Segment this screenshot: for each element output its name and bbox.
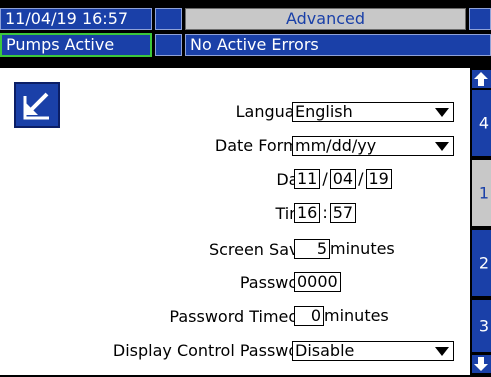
pump-status-text: Pumps Active: [6, 35, 115, 54]
display-control-dropdown[interactable]: Disable: [292, 341, 454, 361]
date-format-value: mm/dd/yy: [295, 136, 377, 155]
arrow-down-icon: [474, 357, 488, 371]
password-timeout-field: 0 minutes: [294, 306, 389, 326]
screen-saver-field: 5 minutes: [294, 239, 395, 259]
time-fields: 16:57: [294, 203, 357, 223]
chevron-down-icon: [435, 108, 449, 117]
tab-3-label: 3: [478, 316, 490, 336]
tab-1[interactable]: 1: [472, 160, 491, 226]
datetime-text: 11/04/19 16:57: [5, 9, 129, 28]
screen-title-text: Advanced: [285, 9, 366, 28]
language-value: English: [295, 102, 353, 121]
language-dropdown[interactable]: English: [292, 102, 454, 122]
tab-4-label: 4: [478, 113, 490, 133]
date-separator: /: [322, 169, 328, 188]
back-arrow-icon: [23, 92, 49, 120]
date-separator: /: [358, 169, 364, 188]
header-blank-3: [155, 34, 182, 56]
tab-1-label: 1: [478, 183, 490, 203]
header-blank-1: [155, 8, 182, 30]
date-month-input[interactable]: 11: [294, 169, 321, 189]
tab-3[interactable]: 3: [472, 300, 491, 352]
time-minute-input[interactable]: 57: [329, 203, 357, 223]
tab-2-label: 2: [478, 253, 490, 273]
screen: 11/04/19 16:57 Advanced Pumps Active No …: [0, 0, 491, 375]
screen-saver-unit: minutes: [330, 239, 395, 258]
date-year-input[interactable]: 19: [365, 169, 392, 189]
password-timeout-input[interactable]: 0: [294, 306, 324, 326]
screen-title: Advanced: [185, 8, 466, 30]
tab-sidebar: 4 1 2 3: [470, 68, 491, 375]
password-field: 0000: [294, 272, 341, 292]
display-control-value: Disable: [295, 341, 355, 360]
date-format-dropdown[interactable]: mm/dd/yy: [292, 136, 454, 156]
time-hour-input[interactable]: 16: [294, 203, 321, 223]
scroll-up-button[interactable]: [472, 70, 491, 88]
header-blank-2: [469, 8, 491, 30]
password-timeout-unit: minutes: [324, 306, 389, 325]
tab-2[interactable]: 2: [472, 230, 491, 296]
display-control-label: Display Control Password:: [112, 341, 320, 360]
pump-status: Pumps Active: [0, 33, 152, 57]
password-input[interactable]: 0000: [294, 272, 341, 292]
datetime-display: 11/04/19 16:57: [0, 8, 152, 30]
chevron-down-icon: [435, 142, 449, 151]
chevron-down-icon: [435, 347, 449, 356]
date-day-input[interactable]: 04: [329, 169, 357, 189]
arrow-up-icon: [474, 72, 488, 86]
scroll-down-button[interactable]: [472, 355, 491, 373]
back-button[interactable]: [14, 82, 60, 128]
error-status-text: No Active Errors: [190, 35, 319, 54]
settings-panel: Language: English Date Format: mm/dd/yy …: [0, 68, 470, 375]
error-status: No Active Errors: [185, 34, 491, 56]
tab-4[interactable]: 4: [472, 90, 491, 156]
time-separator: :: [322, 203, 328, 222]
screen-saver-input[interactable]: 5: [294, 239, 330, 259]
date-fields: 11/04/19: [294, 169, 392, 189]
